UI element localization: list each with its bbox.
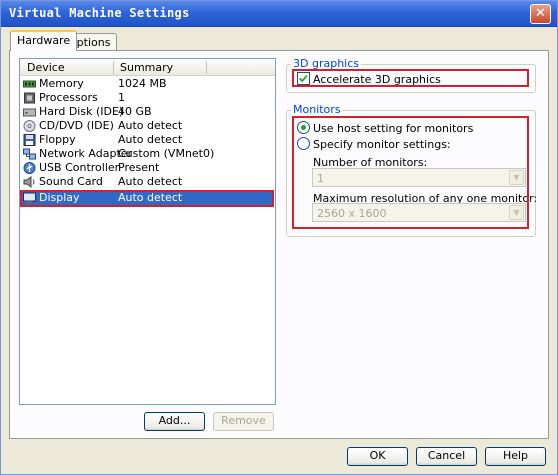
ok-button[interactable]: OK [347,447,408,466]
remove-button-label: Remove [221,414,266,427]
device-summary: Custom (VMnet0) [118,147,215,160]
device-summary: 1 [118,91,125,104]
cd-dvd-icon [23,120,36,132]
column-device[interactable]: Device [27,61,65,74]
window-title: Virtual Machine Settings [9,6,190,20]
memory-icon [23,80,36,88]
use-host-label[interactable]: Use host setting for monitors [313,122,473,135]
device-summary: Auto detect [118,133,183,146]
device-row-processors[interactable]: Processors 1 [21,91,274,105]
display-icon [23,192,36,203]
device-summary: 40 GB [118,105,152,118]
ok-button-label: OK [369,449,386,462]
device-name: Memory [39,77,84,90]
accelerate-3d-label[interactable]: Accelerate 3D graphics [313,73,441,86]
column-separator[interactable] [206,61,207,74]
help-button-label: Help [502,449,529,462]
device-name: Hard Disk (IDE) [39,105,124,118]
device-summary: Auto detect [118,119,183,132]
network-adapter-icon [23,148,36,160]
device-name: Processors [39,91,98,104]
device-name: CD/DVD (IDE) [39,119,114,132]
device-name: Display [39,191,80,204]
title-bar[interactable]: Virtual Machine Settings ✕ [1,1,557,27]
device-row-hard-disk[interactable]: Hard Disk (IDE) 40 GB [21,105,274,119]
specify-settings-radio[interactable] [297,137,310,150]
device-name: Sound Card [39,175,103,188]
usb-icon [23,162,36,174]
device-list-header: Device Summary [20,59,275,76]
device-row-usb-controller[interactable]: USB Controller Present [21,161,274,175]
device-row-memory[interactable]: Memory 1024 MB [21,77,274,91]
group-monitors-label: Monitors [291,103,343,116]
cancel-button-label: Cancel [427,449,466,462]
sound-card-icon [23,176,35,188]
close-icon: ✕ [535,6,546,21]
device-summary: 1024 MB [118,77,167,90]
chevron-down-icon[interactable]: ▼ [509,170,524,185]
tab-hardware[interactable]: Hardware [10,30,78,51]
number-of-monitors-value: 1 [317,172,324,185]
checkmark-icon [299,74,308,83]
group-3d-graphics-label: 3D graphics [291,57,361,70]
device-list[interactable]: Device Summary Memory 1024 MB Processors… [19,58,276,405]
device-row-floppy[interactable]: Floppy Auto detect [21,133,274,147]
remove-button[interactable]: Remove [213,412,274,431]
add-button-label: Add... [158,414,191,427]
accelerate-3d-checkbox[interactable] [297,72,310,85]
floppy-icon [23,134,36,146]
processor-icon [24,92,35,104]
add-button[interactable]: Add... [144,412,205,431]
device-row-cd-dvd[interactable]: CD/DVD (IDE) Auto detect [21,119,274,133]
hard-disk-icon [23,108,36,117]
use-host-radio[interactable] [297,121,310,134]
close-button[interactable]: ✕ [530,4,551,24]
device-name: USB Controller [39,161,120,174]
max-resolution-select[interactable]: 2560 x 1600 ▼ [312,203,526,222]
column-summary[interactable]: Summary [120,61,173,74]
device-summary: Auto detect [118,191,183,204]
device-row-network-adapter[interactable]: Network Adapter Custom (VMnet0) [21,147,274,161]
column-separator[interactable] [113,61,114,74]
device-row-sound-card[interactable]: Sound Card Auto detect [21,175,274,189]
chevron-down-icon[interactable]: ▼ [509,205,524,220]
number-of-monitors-select[interactable]: 1 ▼ [312,168,526,187]
specify-settings-label[interactable]: Specify monitor settings: [313,138,451,151]
device-row-display[interactable]: Display Auto detect [21,191,274,206]
virtual-machine-settings-window: Virtual Machine Settings ✕ Hardware Opti… [0,0,558,475]
device-summary: Auto detect [118,175,183,188]
tab-hardware-label: Hardware [17,34,71,47]
help-button[interactable]: Help [485,447,546,466]
device-summary: Present [118,161,160,174]
device-name: Floppy [39,133,76,146]
max-resolution-value: 2560 x 1600 [317,207,387,220]
cancel-button[interactable]: Cancel [416,447,477,466]
